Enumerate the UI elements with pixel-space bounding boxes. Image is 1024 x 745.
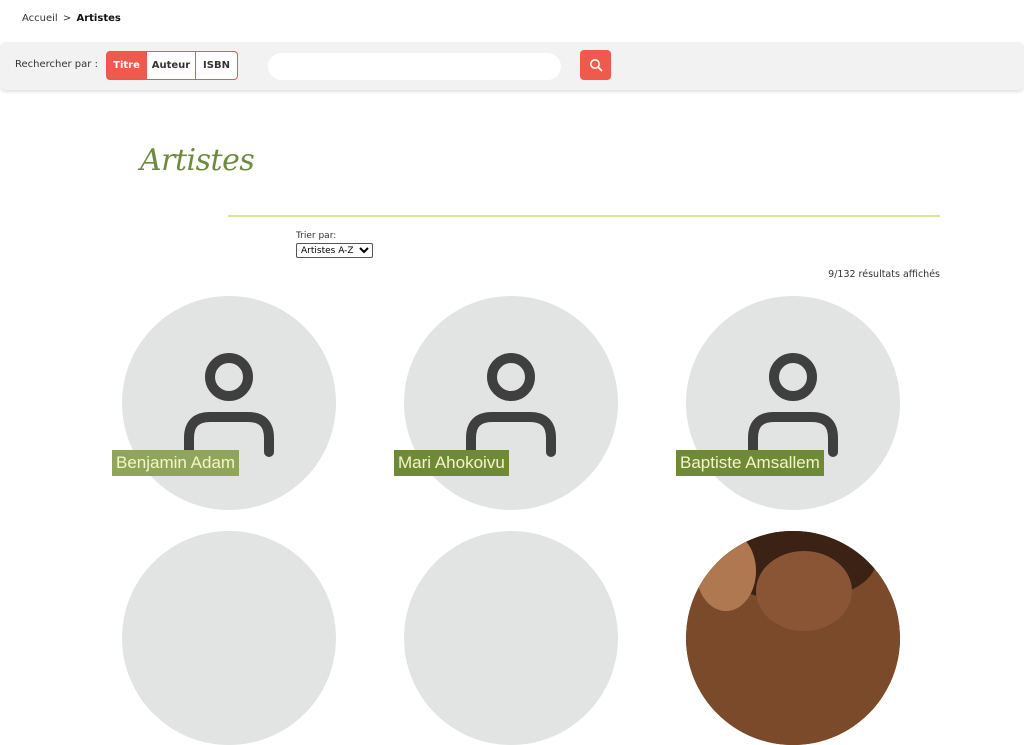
search-option-title[interactable]: Titre — [106, 51, 147, 80]
search-option-author[interactable]: Auteur — [146, 51, 196, 80]
breadcrumb: Accueil > Artistes — [22, 13, 121, 24]
artist-card[interactable] — [404, 531, 618, 745]
breadcrumb-home-link[interactable]: Accueil — [22, 13, 58, 24]
avatar-placeholder — [122, 296, 336, 510]
results-count: 9/132 résultats affichés — [828, 269, 940, 280]
artist-portrait-image — [686, 531, 900, 745]
user-icon — [184, 353, 274, 457]
artist-card[interactable] — [686, 531, 900, 745]
search-button[interactable] — [580, 50, 611, 80]
artist-card[interactable] — [122, 531, 336, 745]
title-divider — [228, 215, 940, 217]
sort-select[interactable]: Artistes A-Z — [296, 243, 373, 258]
artist-card[interactable]: Baptiste Amsallem — [676, 296, 900, 510]
artist-name[interactable]: Benjamin Adam — [112, 450, 240, 476]
avatar-placeholder — [686, 296, 900, 510]
artist-name[interactable]: Baptiste Amsallem — [676, 450, 824, 476]
search-icon — [589, 59, 602, 72]
artist-card[interactable]: Benjamin Adam — [112, 296, 336, 510]
search-bar: Rechercher par : Titre Auteur ISBN — [0, 42, 1024, 90]
search-by-label: Rechercher par : — [15, 59, 98, 70]
user-icon — [466, 353, 556, 457]
avatar-placeholder — [404, 296, 618, 510]
sort-label: Trier par: — [296, 231, 337, 241]
user-icon — [748, 353, 838, 457]
breadcrumb-current: Artistes — [76, 13, 121, 24]
breadcrumb-separator: > — [62, 13, 72, 24]
search-input[interactable] — [268, 53, 561, 80]
artist-name[interactable]: Mari Ahokoivu — [394, 450, 509, 476]
page-title: Artistes — [140, 143, 255, 178]
avatar-placeholder — [122, 531, 336, 745]
artist-photo — [686, 531, 900, 745]
avatar-placeholder — [404, 531, 618, 745]
artist-card[interactable]: Mari Ahokoivu — [394, 296, 618, 510]
search-option-isbn[interactable]: ISBN — [195, 51, 238, 80]
